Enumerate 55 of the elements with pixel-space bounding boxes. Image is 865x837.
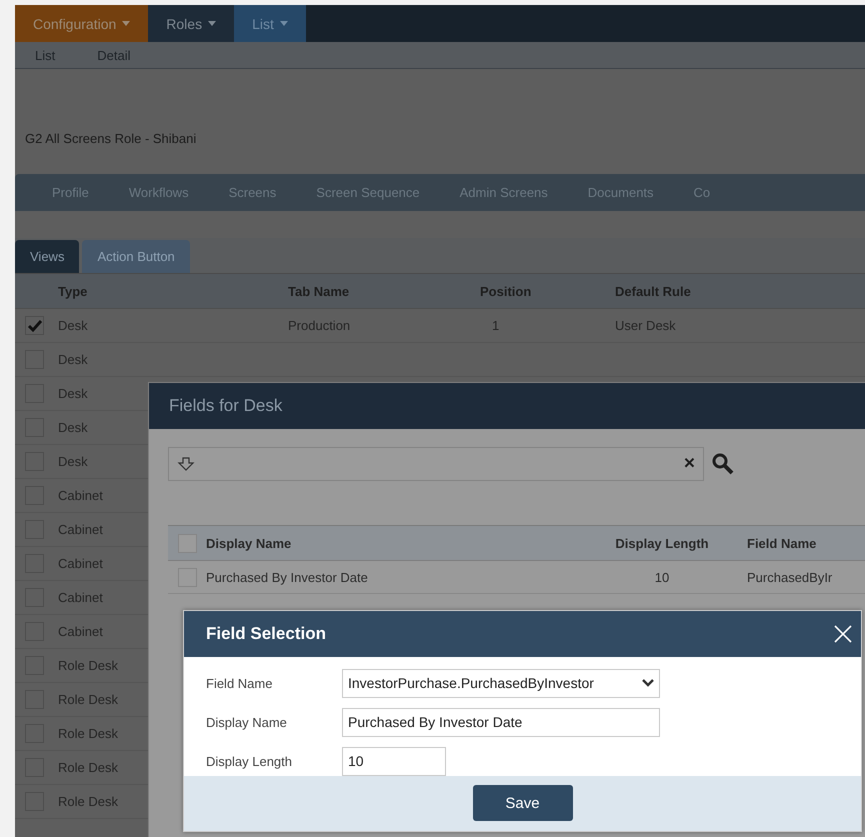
table-cell: Purchased By Investor Date bbox=[206, 570, 368, 584]
down-arrow-icon bbox=[177, 457, 195, 471]
dialog-title: Field Selection bbox=[206, 624, 326, 644]
table-cell: Role Desk bbox=[58, 794, 118, 809]
column-header: Tab Name bbox=[288, 284, 350, 298]
caret-icon bbox=[122, 21, 130, 26]
view-tab[interactable]: Views bbox=[15, 240, 80, 273]
caret-icon bbox=[208, 21, 216, 26]
table-cell: Role Desk bbox=[58, 658, 118, 673]
column-header: Display Length bbox=[615, 536, 709, 550]
chevron-down-icon bbox=[642, 679, 654, 688]
table-cell-text: 1 bbox=[491, 318, 500, 333]
field-label: Display Length bbox=[206, 754, 293, 769]
column-header: Display Name bbox=[206, 536, 292, 550]
view-tab[interactable]: Action Button bbox=[82, 240, 190, 273]
table-cell: User Desk bbox=[615, 318, 676, 333]
save-button[interactable]: Save bbox=[472, 785, 572, 822]
table-cell: Cabinet bbox=[58, 522, 103, 537]
page-title: G2 All Screens Role - Shibani bbox=[25, 131, 196, 146]
field-label: Field Name bbox=[206, 676, 274, 691]
column-header: Field Name bbox=[747, 536, 818, 550]
table-cell: Role Desk bbox=[58, 760, 118, 775]
table-cell: PurchasedByIr bbox=[747, 570, 832, 584]
caret-icon bbox=[280, 21, 288, 26]
nav-menu-tab[interactable]: Configuration bbox=[15, 5, 148, 42]
nav-menu-tab[interactable]: Roles bbox=[148, 5, 234, 42]
table-cell: Role Desk bbox=[58, 692, 118, 707]
clear-button[interactable]: × bbox=[684, 453, 695, 475]
table-cell: Desk bbox=[58, 386, 88, 401]
column-header: Position bbox=[480, 284, 532, 298]
table-cell: Desk bbox=[58, 318, 88, 333]
subnav-link[interactable]: Detail bbox=[97, 48, 130, 62]
table-cell: Cabinet bbox=[58, 624, 103, 639]
table-cell: Production bbox=[288, 318, 350, 333]
table-cell: Desk bbox=[58, 420, 88, 435]
subnav-link[interactable]: List bbox=[35, 48, 56, 62]
close-icon[interactable] bbox=[833, 624, 853, 644]
column-header: Type bbox=[58, 284, 88, 298]
nav-menu-tab[interactable]: List bbox=[234, 5, 306, 42]
row-checkbox[interactable] bbox=[25, 316, 44, 335]
table-cell: Cabinet bbox=[58, 556, 103, 571]
column-header: Default Rule bbox=[615, 284, 692, 298]
table-cell: Role Desk bbox=[58, 726, 118, 741]
table-cell: 10 bbox=[654, 570, 670, 584]
display-length-input[interactable]: 10 bbox=[342, 746, 446, 776]
filter-field[interactable]: × bbox=[168, 447, 704, 481]
display-name-input[interactable]: Purchased By Investor Date bbox=[342, 708, 660, 737]
field-name-select[interactable]: InvestorPurchase.PurchasedByInvestor bbox=[342, 668, 660, 698]
table-cell: Cabinet bbox=[58, 590, 103, 605]
table-cell: Desk bbox=[58, 454, 88, 469]
field-label: Display Name bbox=[206, 714, 288, 730]
table-cell: Desk bbox=[58, 352, 88, 367]
search-icon[interactable] bbox=[712, 453, 734, 475]
dialog-title: Fields for Desk bbox=[169, 396, 282, 416]
table-cell: Cabinet bbox=[58, 488, 103, 503]
